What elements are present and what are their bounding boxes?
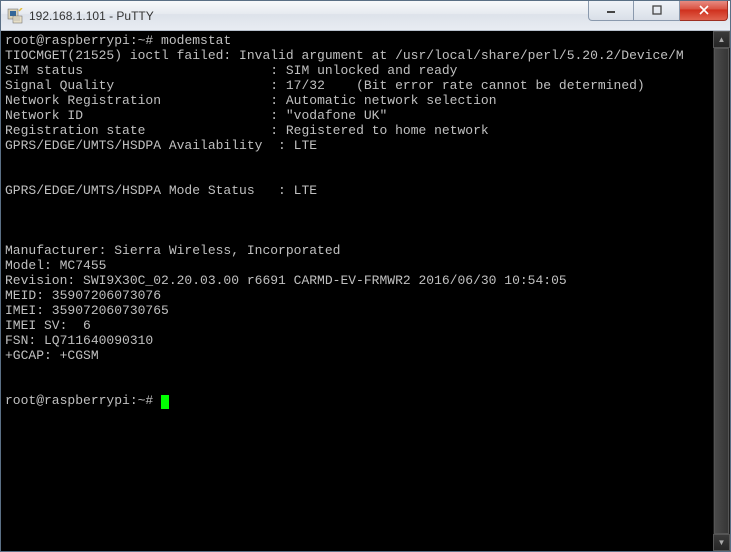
scroll-track[interactable] [713,48,730,534]
window-controls [588,6,728,26]
output-line: Revision: SWI9X30C_02.20.03.00 r6691 CAR… [5,273,567,288]
minimize-button[interactable] [588,1,634,21]
titlebar[interactable]: 192.168.1.101 - PuTTY [1,1,730,31]
putty-icon [7,8,23,24]
output-line: FSN: LQ711640090310 [5,333,153,348]
output-label: Signal Quality [5,78,114,93]
output-value: Registered to home network [286,123,489,138]
cursor [161,395,169,409]
output-label: Network Registration [5,93,161,108]
command: modemstat [161,33,231,48]
output-value: SIM unlocked and ready [286,63,458,78]
output-line: IMEI SV: 6 [5,318,91,333]
maximize-button[interactable] [634,1,680,21]
output-line: MEID: 35907206073076 [5,288,161,303]
output-label: Registration state [5,123,145,138]
output-label: GPRS/EDGE/UMTS/HSDPA Mode Status [5,183,255,198]
scroll-up-button[interactable]: ▲ [713,31,730,48]
output-line: TIOCMGET(21525) ioctl failed: Invalid ar… [5,48,684,63]
output-value: 17/32 (Bit error rate cannot be determin… [286,78,645,93]
scroll-thumb[interactable] [714,48,729,534]
close-button[interactable] [680,1,728,21]
output-value: LTE [294,138,317,153]
output-line: Manufacturer: Sierra Wireless, Incorpora… [5,243,340,258]
output-label: Network ID [5,108,83,123]
scrollbar[interactable]: ▲ ▼ [713,31,730,551]
prompt: root@raspberrypi:~# [5,33,153,48]
output-label: GPRS/EDGE/UMTS/HSDPA Availability [5,138,262,153]
scroll-down-button[interactable]: ▼ [713,534,730,551]
prompt: root@raspberrypi:~# [5,393,153,408]
output-value: "vodafone UK" [286,108,387,123]
putty-window: 192.168.1.101 - PuTTY root@raspberrypi:~… [0,0,731,552]
output-line: +GCAP: +CGSM [5,348,99,363]
output-line: IMEI: 359072060730765 [5,303,169,318]
output-label: SIM status [5,63,83,78]
output-line: Model: MC7455 [5,258,106,273]
terminal-area[interactable]: root@raspberrypi:~# modemstat TIOCMGET(2… [1,31,730,551]
output-value: LTE [294,183,317,198]
window-title: 192.168.1.101 - PuTTY [29,9,588,23]
output-value: Automatic network selection [286,93,497,108]
